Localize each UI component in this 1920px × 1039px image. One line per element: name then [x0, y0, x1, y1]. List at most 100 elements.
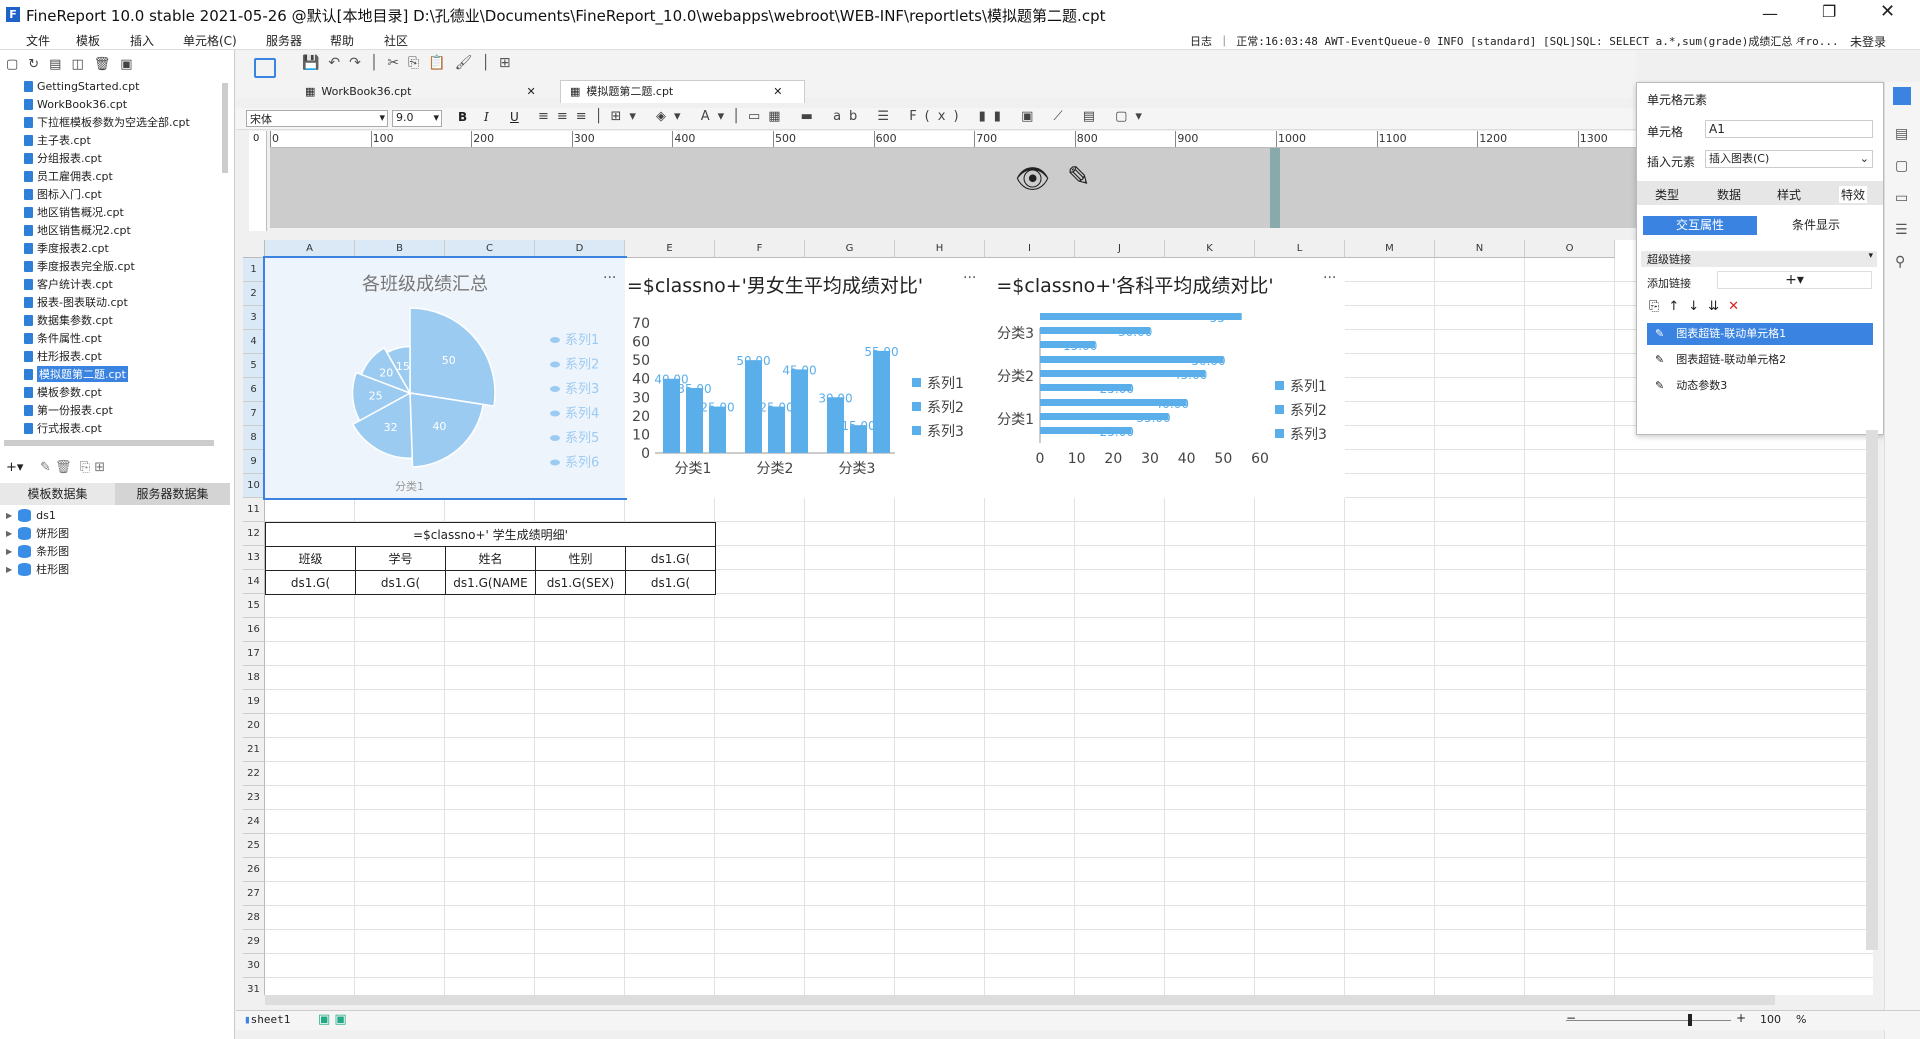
spreadsheet-grid[interactable]: A B C D E F G H I J K L M N O 1 2 3 4 5 6 7 8 9 10 11 12 13 14 15 16 17… — [243, 240, 1873, 995]
row-header[interactable]: 27 — [243, 882, 265, 906]
column-header[interactable]: J — [1075, 240, 1165, 258]
column-header[interactable]: N — [1435, 240, 1525, 258]
font-size-select[interactable]: 9.0 ▾ — [392, 110, 442, 127]
column-header[interactable]: O — [1525, 240, 1615, 258]
expand-icon[interactable]: ▶ — [6, 565, 12, 574]
row-header[interactable]: 19 — [243, 690, 265, 714]
menu-help[interactable]: 帮助 — [330, 32, 354, 49]
tree-file-item[interactable]: 模板参数.cpt — [24, 383, 102, 401]
tree-file-item[interactable]: 地区销售概况2.cpt — [24, 221, 131, 239]
tree-file-item[interactable]: 地区销售概况.cpt — [24, 203, 124, 221]
column-header[interactable]: E — [625, 240, 715, 258]
menu-server[interactable]: 服务器 — [266, 32, 302, 49]
subtab-interaction[interactable]: 交互属性 — [1643, 216, 1757, 235]
column-header[interactable]: K — [1165, 240, 1255, 258]
tab-data[interactable]: 数据 — [1717, 186, 1741, 203]
tab-workbook36[interactable]: ▦ WorkBook36.cpt ✕ — [305, 80, 536, 102]
italic-button[interactable]: I — [484, 110, 489, 124]
column-header[interactable]: I — [985, 240, 1075, 258]
row-header[interactable]: 3 — [243, 306, 265, 330]
tree-file-item[interactable]: 客户统计表.cpt — [24, 275, 113, 293]
font-select[interactable]: 宋体 ▾ — [246, 110, 388, 127]
grid-vscrollbar[interactable] — [1866, 430, 1878, 950]
tab-template-dataset[interactable]: 模板数据集 — [0, 483, 115, 505]
add-sheet-icons[interactable]: ▣ ▣ — [318, 1012, 347, 1027]
row-header[interactable]: 16 — [243, 618, 265, 642]
bar[interactable] — [873, 350, 890, 453]
table-header-cell[interactable]: 性别 — [535, 546, 626, 571]
tree-hscrollbar[interactable] — [4, 440, 214, 446]
underline-button[interactable]: U — [510, 110, 519, 124]
format-tools[interactable]: ≡≡≡│⊞▾ ◈▾ A▾│▭▦ ▬ ab ☰ F(x) ▮▮ ▣ ⟋ ▤ ▢▾ — [538, 109, 1150, 124]
tree-file-item[interactable]: 数据集参数.cpt — [24, 311, 113, 329]
row-header[interactable]: 26 — [243, 858, 265, 882]
add-link-button[interactable]: +▾ — [1717, 271, 1872, 289]
tree-file-item[interactable]: 主子表.cpt — [24, 131, 91, 149]
table-data-cell[interactable]: ds1.G( — [265, 570, 356, 595]
maximize-button[interactable]: ❐ — [1822, 2, 1836, 21]
pie-slice[interactable] — [409, 392, 484, 468]
search-icon[interactable]: ⌕ — [1796, 30, 1804, 48]
row-header[interactable]: 5 — [243, 354, 265, 378]
column-header[interactable]: F — [715, 240, 805, 258]
row-header[interactable]: 18 — [243, 666, 265, 690]
tab-style[interactable]: 样式 — [1777, 186, 1801, 203]
table-data-cell[interactable]: ds1.G(SEX) — [535, 570, 626, 595]
column-header[interactable]: B — [355, 240, 445, 258]
row-header[interactable]: 22 — [243, 762, 265, 786]
column-header[interactable]: A — [265, 240, 355, 258]
bar[interactable] — [791, 369, 808, 453]
cell-field[interactable]: A1 — [1705, 120, 1873, 138]
row-header[interactable]: 7 — [243, 402, 265, 426]
row-header[interactable]: 4 — [243, 330, 265, 354]
tree-scrollbar[interactable] — [222, 83, 228, 173]
edit-tools[interactable]: 💾↶↷│✂⎘📋🖌│⊞ — [302, 55, 520, 71]
row-header[interactable]: 24 — [243, 810, 265, 834]
tree-file-item[interactable]: 模拟题第二题.cpt — [24, 365, 128, 383]
row-header[interactable]: 25 — [243, 834, 265, 858]
sidebar-tools[interactable]: ▤ ▢ ▭ ☰ ⚲ — [1895, 118, 1908, 278]
menu-template[interactable]: 模板 — [76, 32, 100, 49]
table-data-cell[interactable]: ds1.G( — [625, 570, 716, 595]
tree-file-item[interactable]: 第一份报表.cpt — [24, 401, 113, 419]
column-header[interactable]: G — [805, 240, 895, 258]
column-header[interactable]: L — [1255, 240, 1345, 258]
row-header[interactable]: 20 — [243, 714, 265, 738]
sheet-tab[interactable]: ▮sheet1 — [244, 1013, 290, 1026]
row-header[interactable]: 31 — [243, 978, 265, 995]
zoom-slider[interactable] — [1566, 1020, 1731, 1021]
link-item[interactable]: ✎ 图表超链-联动单元格1 — [1647, 323, 1873, 345]
chart-pie[interactable]: 各班级成绩汇总 ··· 50 40 32 25 2015 系列1 系列2 系列3 系列4 系列5 系列6… — [263, 256, 627, 500]
close-tab-icon[interactable]: ✕ — [526, 85, 535, 98]
log-status[interactable]: 日志 ｜ 正常:16:03:48 AWT-EventQueue-0 INFO [… — [1190, 33, 1839, 49]
tree-file-item[interactable]: 柱形报表.cpt — [24, 347, 102, 365]
table-header-cell[interactable]: ds1.G( — [625, 546, 716, 571]
row-header[interactable]: 21 — [243, 738, 265, 762]
grid-hscrollbar[interactable] — [265, 995, 1775, 1005]
column-header[interactable]: M — [1345, 240, 1435, 258]
tab-mnt[interactable]: ▦ 模拟题第二题.cpt ✕ — [570, 80, 782, 102]
insert-select[interactable]: 插入图表(C) ⌄ — [1705, 150, 1873, 168]
add-dataset-icon[interactable]: +▾ — [6, 460, 23, 475]
dataset-item[interactable]: ▶ 条形图 — [6, 542, 69, 560]
row-header[interactable]: 10 — [243, 474, 265, 498]
row-header[interactable]: 17 — [243, 642, 265, 666]
row-header[interactable]: 2 — [243, 282, 265, 306]
tree-file-item[interactable]: 图标入门.cpt — [24, 185, 102, 203]
tab-effect[interactable]: 特效 — [1839, 186, 1868, 203]
menu-community[interactable]: 社区 — [384, 32, 408, 49]
expand-icon[interactable]: ▶ — [6, 547, 12, 556]
zoom-value[interactable]: 100 — [1760, 1013, 1781, 1026]
table-data-cell[interactable]: ds1.G(NAME — [445, 570, 536, 595]
tree-file-item[interactable]: 下拉框模板参数为空选全部.cpt — [24, 113, 190, 131]
subtab-condition[interactable]: 条件显示 — [1759, 216, 1873, 235]
close-tab-icon[interactable]: ✕ — [773, 85, 782, 98]
zoom-in[interactable]: + — [1736, 1011, 1746, 1025]
bold-button[interactable]: B — [458, 110, 467, 124]
pane-scroll[interactable] — [1270, 148, 1280, 228]
row-header[interactable]: 30 — [243, 954, 265, 978]
tab-type[interactable]: 类型 — [1655, 186, 1679, 203]
row-header[interactable]: 23 — [243, 786, 265, 810]
row-header[interactable]: 8 — [243, 426, 265, 450]
edit-icon[interactable]: ✎ — [1067, 160, 1090, 193]
